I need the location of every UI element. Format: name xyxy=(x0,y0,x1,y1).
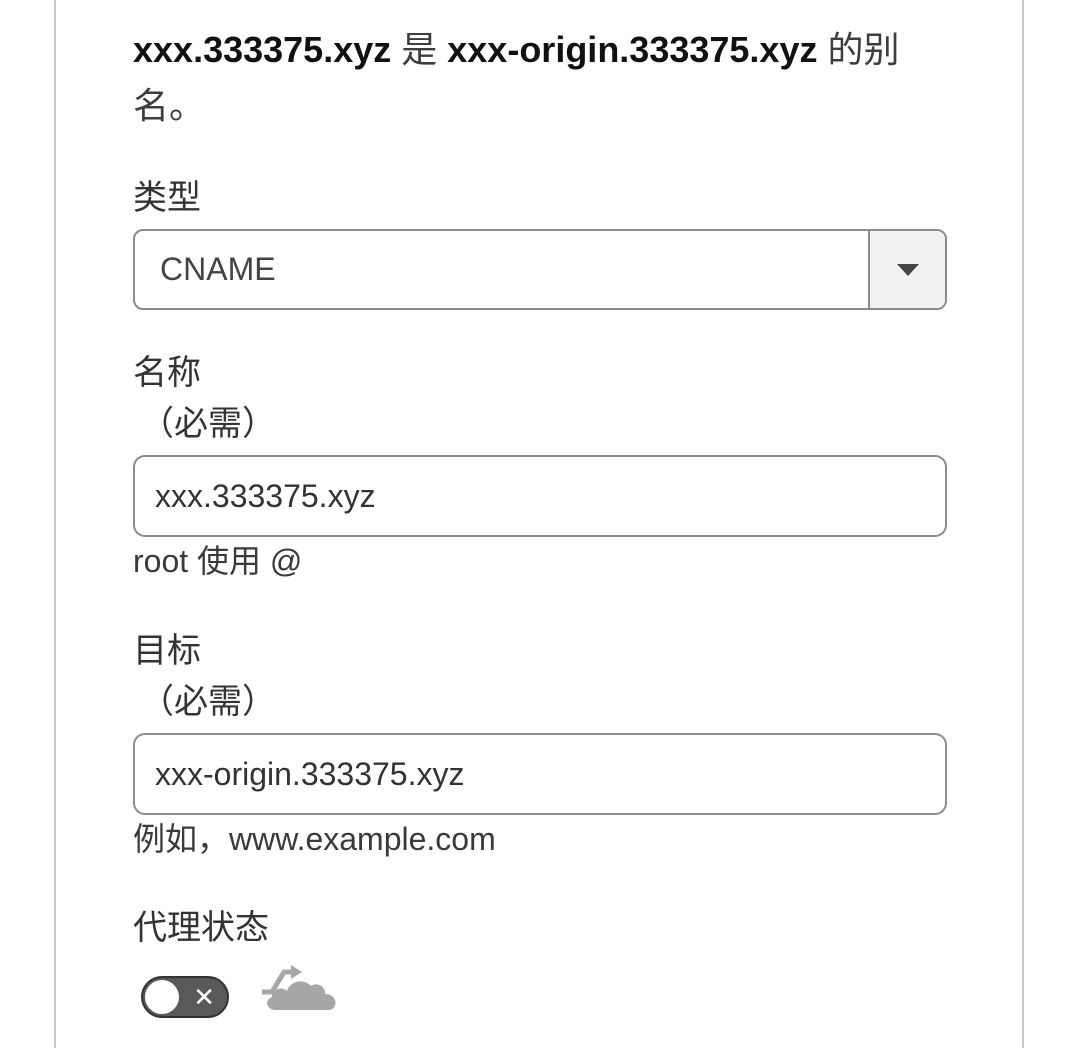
summary-target: xxx-origin.333375.xyz xyxy=(447,29,818,70)
target-input[interactable]: xxx-origin.333375.xyz xyxy=(133,733,947,815)
type-label: 类型 xyxy=(133,179,201,217)
summary-source: xxx.333375.xyz xyxy=(133,29,392,70)
record-summary: xxx.333375.xyz 是 xxx-origin.333375.xyz 的… xyxy=(133,22,953,134)
name-hint: root 使用 @ xyxy=(133,543,303,579)
type-select[interactable]: CNAME xyxy=(133,229,947,310)
proxy-status-label: 代理状态 xyxy=(133,909,269,947)
close-icon: ✕ xyxy=(193,982,215,1012)
chevron-down-icon xyxy=(897,264,919,276)
dns-only-cloud-icon xyxy=(262,965,336,1010)
toggle-knob xyxy=(145,980,179,1014)
proxy-status-toggle[interactable]: ✕ xyxy=(141,976,229,1018)
type-select-value: CNAME xyxy=(160,251,276,287)
target-hint: 例如，www.example.com xyxy=(133,821,496,857)
name-required-note: （必需） xyxy=(140,405,276,443)
summary-connector: 是 xyxy=(391,29,448,70)
name-label: 名称 xyxy=(133,354,201,392)
target-required-note: （必需） xyxy=(140,683,276,721)
type-select-toggle[interactable] xyxy=(868,231,945,308)
target-label: 目标 xyxy=(133,632,201,670)
name-input[interactable]: xxx.333375.xyz xyxy=(133,455,947,537)
